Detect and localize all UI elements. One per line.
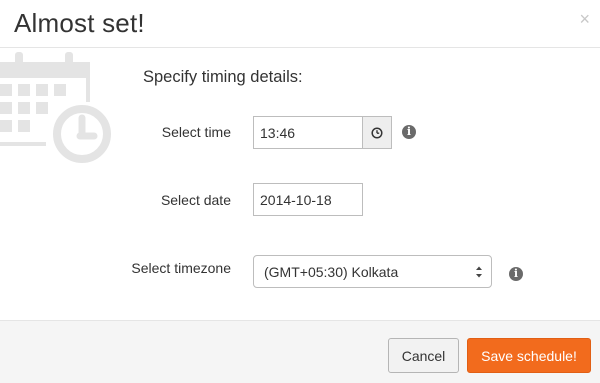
dialog-header: Almost set! ×: [0, 0, 600, 48]
time-info-icon[interactable]: i: [402, 125, 416, 139]
time-input[interactable]: [253, 116, 363, 149]
date-input[interactable]: [253, 183, 363, 216]
timezone-select[interactable]: (GMT+05:30) Kolkata: [253, 255, 492, 288]
calendar-clock-icon: [0, 52, 112, 164]
time-picker-button[interactable]: [363, 116, 392, 149]
dialog-title: Almost set!: [14, 8, 145, 38]
timezone-info-icon[interactable]: i: [509, 267, 523, 281]
time-label: Select time: [161, 124, 231, 140]
date-label: Select date: [160, 192, 231, 208]
close-icon[interactable]: ×: [579, 10, 590, 28]
timezone-selected-value: (GMT+05:30) Kolkata: [264, 263, 399, 280]
clock-icon: [371, 126, 383, 139]
form-heading: Specify timing details:: [143, 68, 303, 86]
dialog-footer: Cancel Save schedule!: [0, 320, 600, 383]
timezone-label: Select timezone: [131, 260, 231, 276]
save-schedule-button[interactable]: Save schedule!: [467, 338, 591, 373]
select-arrows-icon: [476, 266, 482, 278]
schedule-dialog: Almost set! × Specify timing details: Se…: [0, 0, 600, 383]
cancel-button[interactable]: Cancel: [388, 338, 459, 373]
